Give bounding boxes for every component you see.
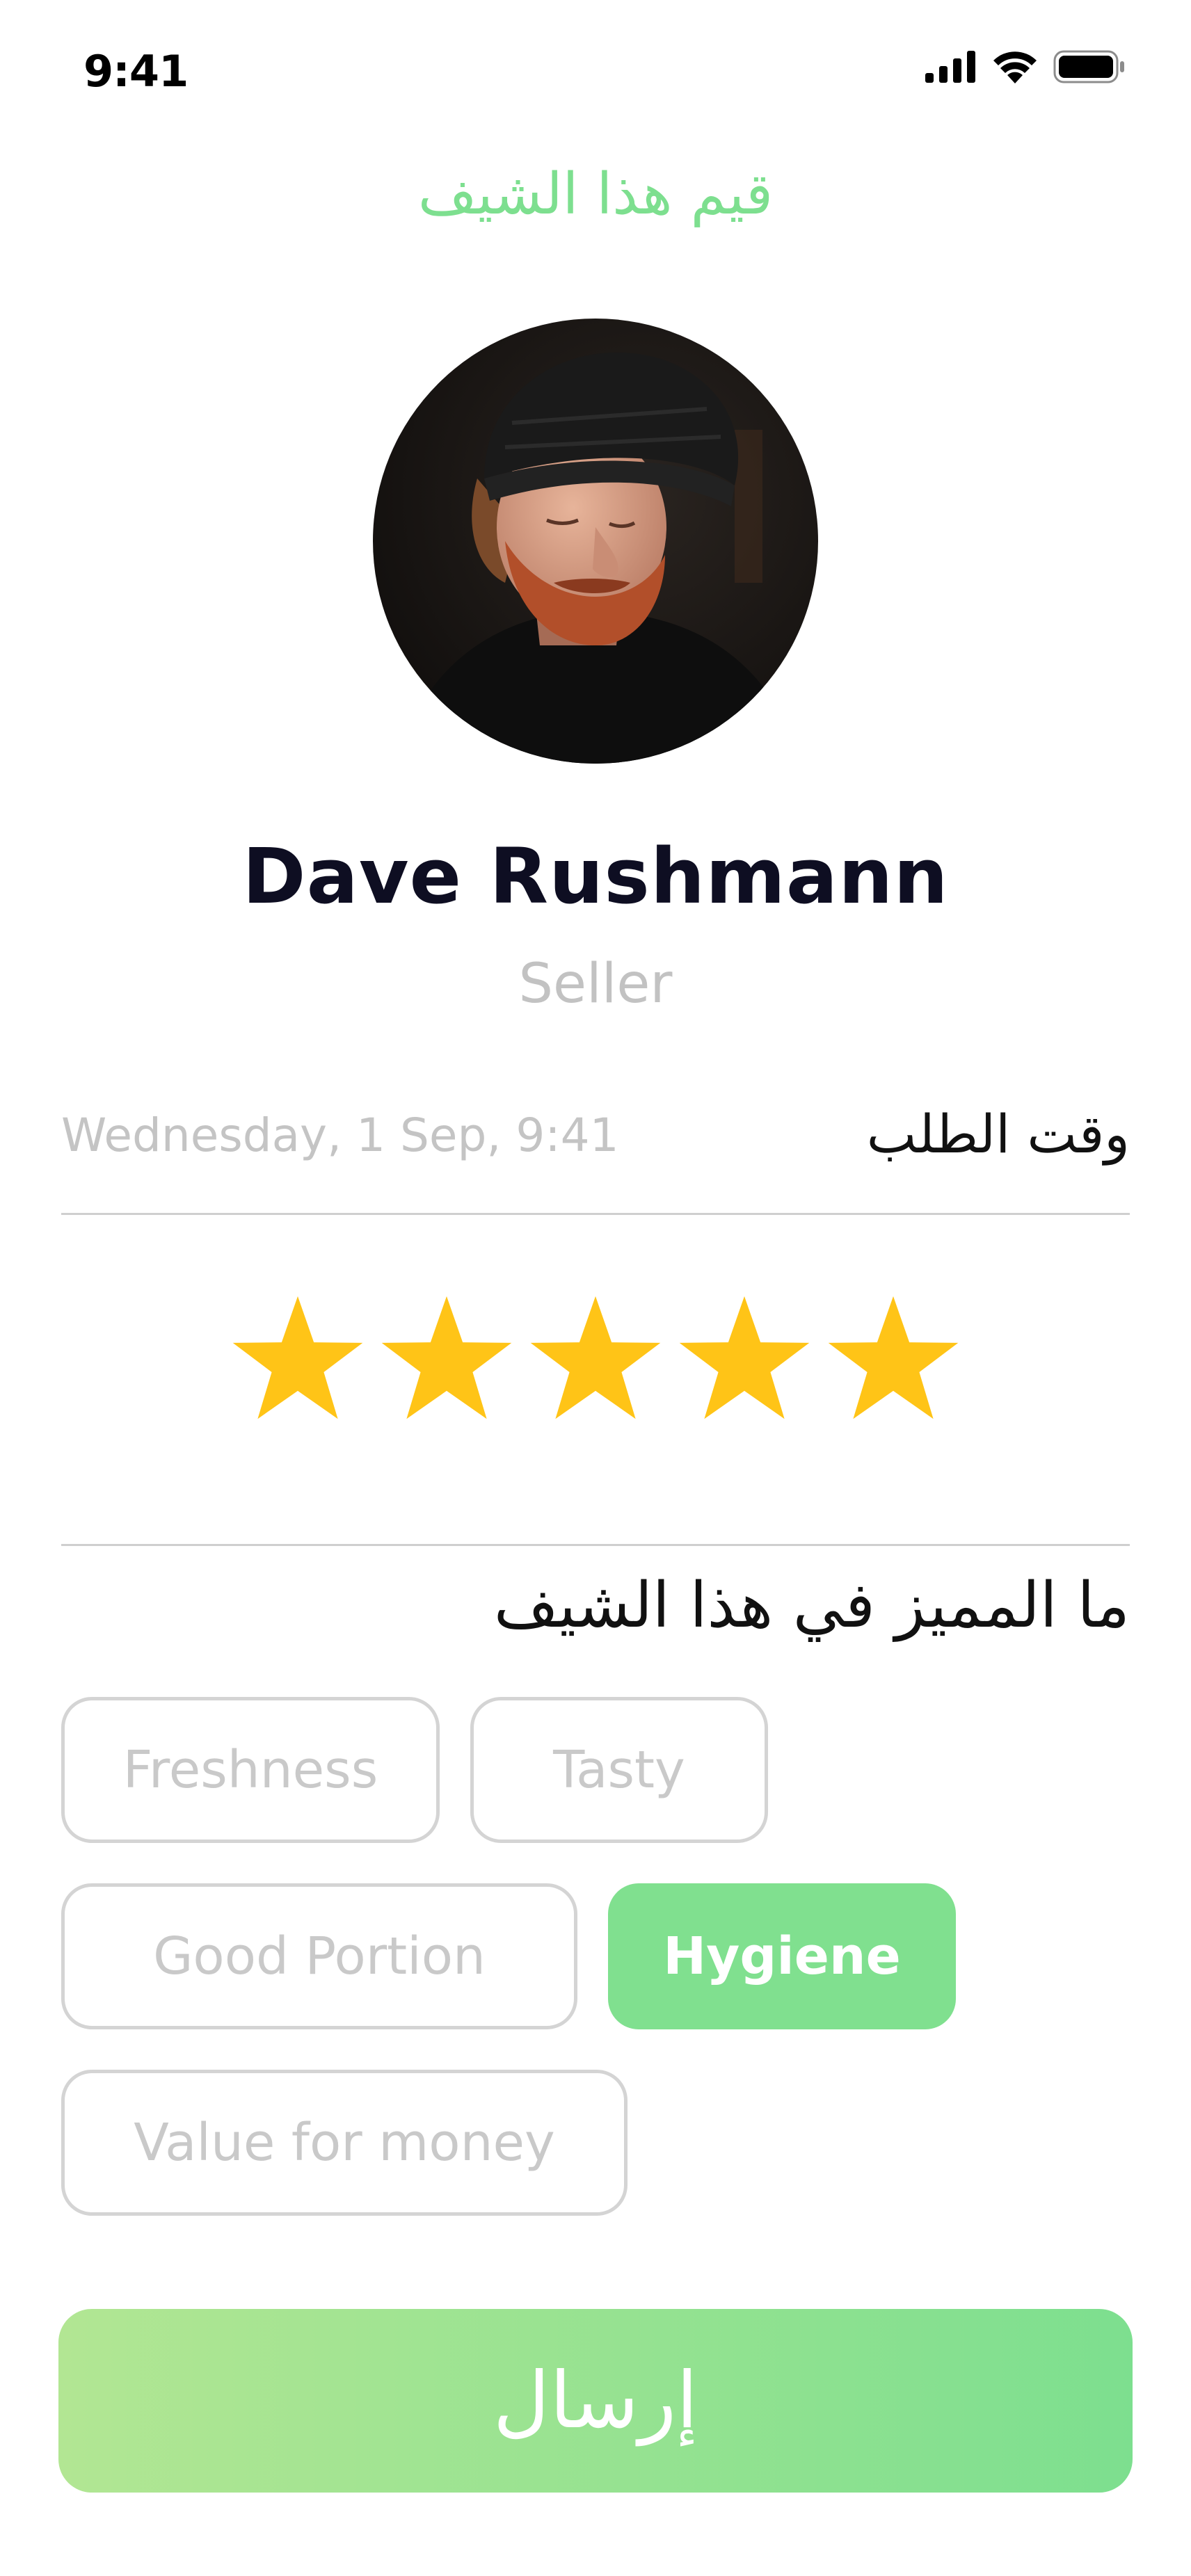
page-title: قيم هذا الشيف bbox=[417, 161, 774, 227]
star-rating[interactable] bbox=[230, 1291, 961, 1427]
order-time-row: Wednesday, 1 Sep, 9:41 وقت الطلب bbox=[61, 1103, 1130, 1173]
order-date: Wednesday, 1 Sep, 9:41 bbox=[61, 1109, 619, 1162]
tag-value-for-money[interactable]: Value for money bbox=[61, 2070, 628, 2216]
star-icon[interactable] bbox=[378, 1291, 515, 1427]
tag-good-portion[interactable]: Good Portion bbox=[61, 1883, 577, 2029]
tag-freshness[interactable]: Freshness bbox=[61, 1697, 440, 1843]
wifi-icon bbox=[993, 51, 1037, 83]
status-bar: 9:41 bbox=[0, 0, 1191, 139]
chef-photo bbox=[373, 319, 818, 764]
chef-role: Seller bbox=[518, 953, 673, 1015]
status-icons bbox=[925, 50, 1126, 83]
highlights-question: ما المميز في هذا الشيف bbox=[493, 1569, 1130, 1642]
tag-tasty[interactable]: Tasty bbox=[470, 1697, 768, 1843]
star-icon[interactable] bbox=[230, 1291, 366, 1427]
divider bbox=[61, 1544, 1130, 1546]
chef-name: Dave Rushmann bbox=[242, 832, 949, 921]
status-time: 9:41 bbox=[83, 46, 189, 97]
star-icon[interactable] bbox=[676, 1291, 813, 1427]
chef-avatar bbox=[373, 319, 818, 764]
divider bbox=[61, 1213, 1130, 1215]
cellular-signal-icon bbox=[925, 51, 975, 83]
tag-hygiene[interactable]: Hygiene bbox=[608, 1883, 956, 2029]
submit-button[interactable]: إرسال bbox=[58, 2309, 1133, 2493]
star-icon[interactable] bbox=[825, 1291, 961, 1427]
battery-icon bbox=[1053, 50, 1124, 83]
order-time-label: وقت الطلب bbox=[866, 1103, 1130, 1165]
rate-chef-screen: 9:41 قيم هذا الشيف Dave Rushmann Seller … bbox=[0, 0, 1191, 2576]
star-icon[interactable] bbox=[527, 1291, 664, 1427]
